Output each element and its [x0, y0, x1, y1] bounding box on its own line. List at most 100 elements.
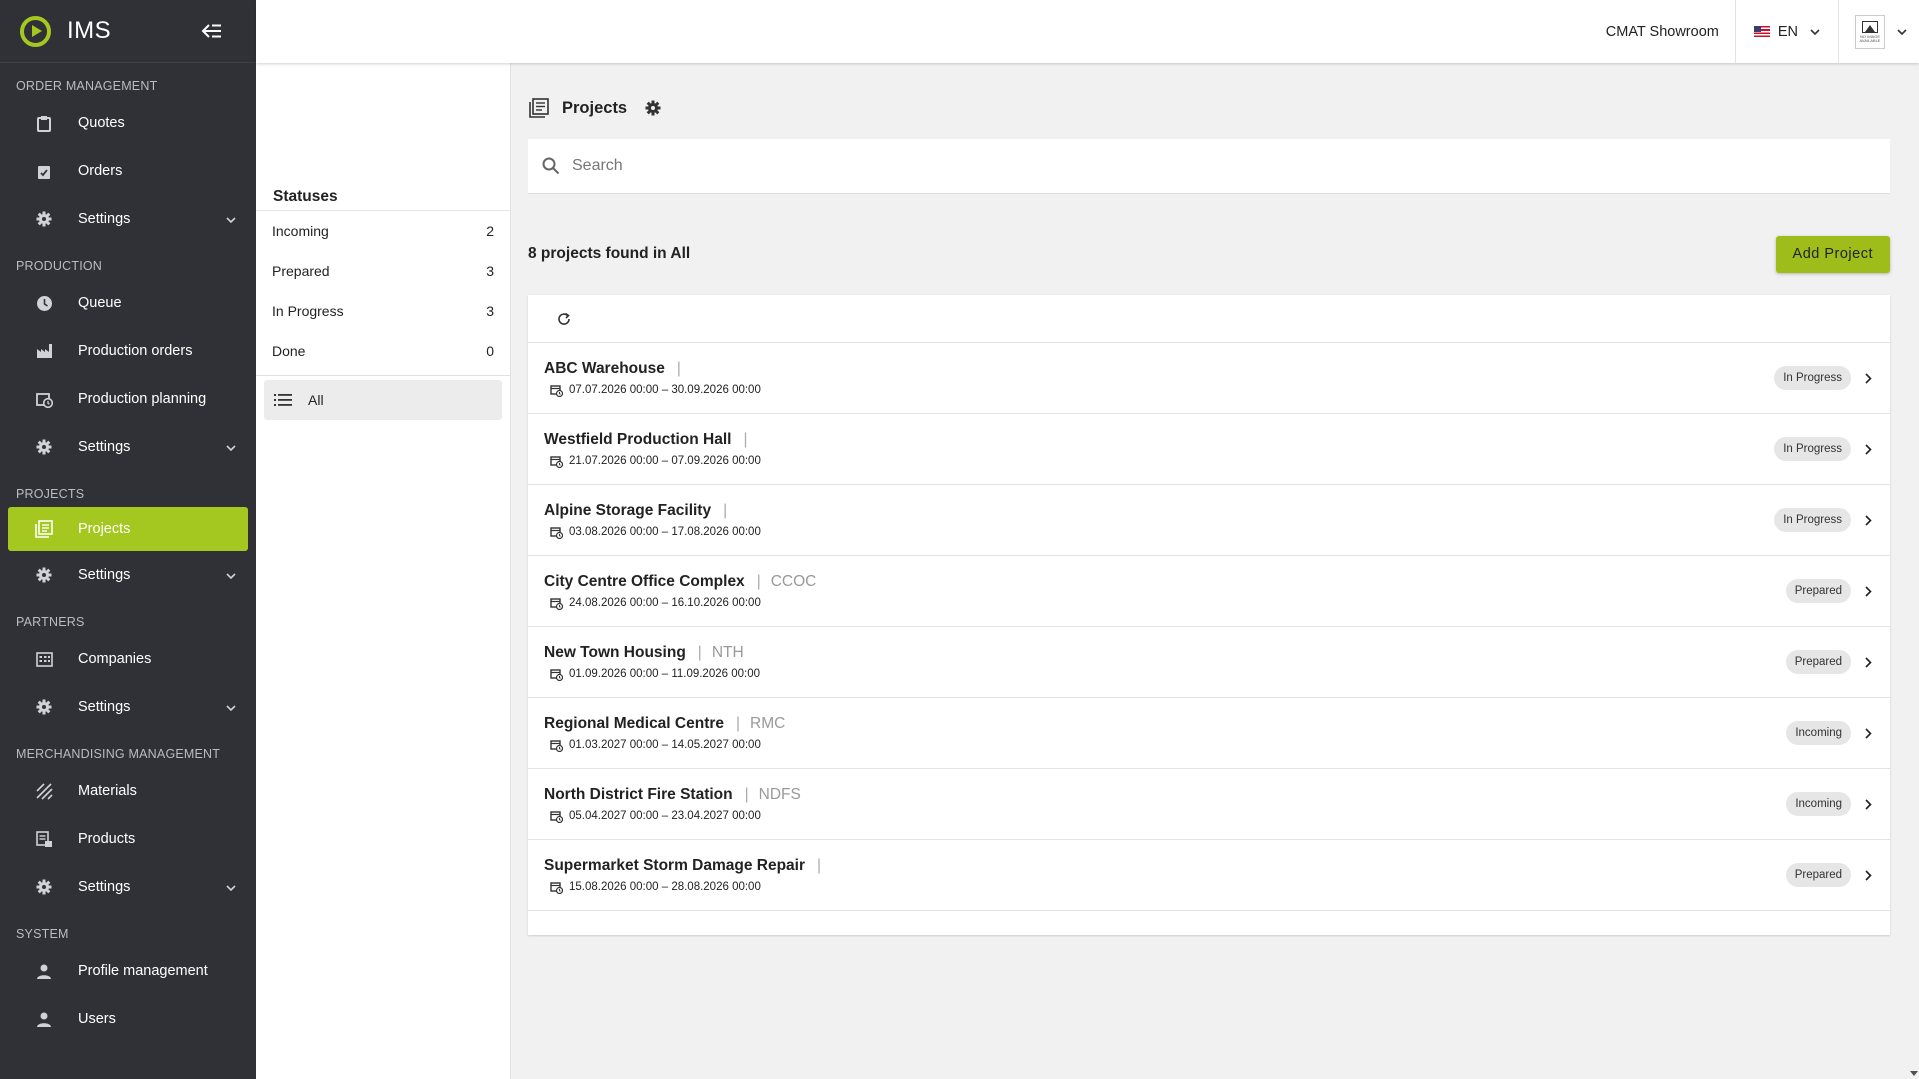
sidebar-item-label: Production orders: [78, 343, 193, 359]
list-icon: [274, 393, 292, 407]
project-row[interactable]: Supermarket Storm Damage Repair | 15.08.20…: [528, 840, 1890, 911]
sidebar-item-label: Production planning: [78, 391, 207, 407]
project-row[interactable]: North District Fire Station | NDFS 05.04.20…: [528, 769, 1890, 840]
sidebar-item-label: Queue: [78, 295, 122, 311]
sidebar-item-products[interactable]: Products: [8, 815, 248, 863]
project-name: Alpine Storage Facility: [544, 501, 712, 519]
status-badge: Prepared: [1785, 863, 1851, 887]
sidebar-item-users[interactable]: Users: [8, 995, 248, 1043]
page-header: Projects: [528, 97, 661, 119]
project-date-range: 21.07.2026 00:00 – 07.09.2026 00:00: [569, 455, 761, 467]
project-info: Alpine Storage Facility | 03.08.2026 00:00…: [544, 502, 1774, 539]
results-count: 8 projects found in All: [528, 245, 691, 262]
refresh-icon[interactable]: [556, 311, 572, 327]
calendar-range-icon: [550, 455, 563, 468]
status-filter-done[interactable]: Done 0: [256, 331, 510, 371]
calendar-range-icon: [550, 668, 563, 681]
sidebar-item-materials[interactable]: Materials: [8, 767, 248, 815]
project-dates: 15.08.2026 00:00 – 28.08.2026 00:00: [544, 881, 1786, 894]
calendar-range-icon: [550, 881, 563, 894]
sidebar-item-label: Companies: [78, 651, 152, 667]
status-filter-incoming[interactable]: Incoming 2: [256, 211, 510, 251]
sidebar-item-label: Materials: [78, 783, 137, 799]
us-flag-icon: [1753, 26, 1770, 37]
language-label: EN: [1777, 23, 1798, 40]
project-row[interactable]: City Centre Office Complex | CCOC 24.08.202…: [528, 556, 1890, 627]
sidebar-item-label: Settings: [78, 211, 131, 227]
project-name: City Centre Office Complex: [544, 572, 745, 590]
sidebar-item-settings[interactable]: Settings: [8, 423, 248, 471]
project-dates: 03.08.2026 00:00 – 17.08.2026 00:00: [544, 526, 1774, 539]
project-title-line: Westfield Production Hall |: [544, 431, 1774, 449]
sidebar-item-label: Projects: [78, 521, 131, 537]
sidebar-item-orders[interactable]: Orders: [8, 147, 248, 195]
status-label: Done: [272, 343, 306, 359]
language-selector[interactable]: EN: [1736, 24, 1838, 40]
chevron-down-icon: [226, 879, 236, 895]
status-list: Incoming 2 Prepared 3 In Progress 3 Done 0 All: [256, 210, 510, 424]
sidebar-item-projects[interactable]: Projects: [8, 507, 248, 551]
sidebar-item-profile-management[interactable]: Profile management: [8, 947, 248, 995]
collapse-sidebar-button[interactable]: [198, 17, 226, 45]
sidebar-section-title: PRODUCTION: [16, 259, 103, 273]
page-settings-button[interactable]: [645, 100, 661, 116]
project-row[interactable]: ABC Warehouse | 07.07.2026 00:00 – 30.09.2…: [528, 343, 1890, 414]
project-title-line: City Centre Office Complex | CCOC: [544, 573, 1786, 591]
separator: |: [723, 501, 728, 519]
sidebar-item-settings[interactable]: Settings: [8, 551, 248, 599]
sidebar-nav: ORDER MANAGEMENT Quotes Orders Settings PROD…: [0, 63, 256, 1043]
clock-icon: [34, 293, 54, 313]
project-list: ABC Warehouse | 07.07.2026 00:00 – 30.09.2…: [528, 295, 1890, 935]
chevron-right-icon: [1865, 798, 1872, 810]
sidebar-item-quotes[interactable]: Quotes: [8, 99, 248, 147]
clipboard-icon: [34, 113, 54, 133]
project-dates: 01.09.2026 00:00 – 11.09.2026 00:00: [544, 668, 1786, 681]
project-date-range: 01.09.2026 00:00 – 11.09.2026 00:00: [569, 668, 760, 680]
project-title-line: ABC Warehouse |: [544, 360, 1774, 378]
gear-icon: [645, 100, 661, 116]
status-panel: Statuses Incoming 2 Prepared 3 In Progress 3 D…: [256, 63, 511, 1079]
search-input[interactable]: [572, 157, 1772, 175]
sidebar-item-settings[interactable]: Settings: [8, 683, 248, 731]
gear-icon: [34, 877, 54, 897]
page-scrollbar[interactable]: [1908, 0, 1919, 1079]
status-filter-prepared[interactable]: Prepared 3: [256, 251, 510, 291]
sidebar-section-title: ORDER MANAGEMENT: [16, 79, 158, 93]
calendar-range-icon: [550, 597, 563, 610]
sidebar-item-production-planning[interactable]: Production planning: [8, 375, 248, 423]
sidebar-item-production-orders[interactable]: Production orders: [8, 327, 248, 375]
project-code: RMC: [750, 714, 786, 732]
company-name: CMAT Showroom: [1605, 23, 1719, 40]
gear-icon: [34, 697, 54, 717]
status-label: Prepared: [272, 263, 330, 279]
add-project-button[interactable]: Add Project: [1775, 235, 1890, 273]
project-row[interactable]: New Town Housing | NTH 01.09.2026 00:00 – 1…: [528, 627, 1890, 698]
status-badge: In Progress: [1774, 437, 1851, 461]
project-title-line: North District Fire Station | NDFS: [544, 786, 1786, 804]
calendar-clock-icon: [34, 389, 54, 409]
project-name: New Town Housing: [544, 643, 686, 661]
project-info: Supermarket Storm Damage Repair | 15.08.20…: [544, 857, 1786, 894]
sidebar-item-companies[interactable]: Companies: [8, 635, 248, 683]
chevron-down-icon: [226, 439, 236, 455]
sidebar-item-settings[interactable]: Settings: [8, 195, 248, 243]
project-title-line: Regional Medical Centre | RMC: [544, 715, 1786, 733]
user-menu[interactable]: NO IMAGE AVAILABLE: [1839, 14, 1919, 49]
project-row[interactable]: Regional Medical Centre | RMC 01.03.2027 00…: [528, 698, 1890, 769]
scroll-down-arrow-icon[interactable]: [1910, 1071, 1918, 1076]
separator: |: [744, 785, 749, 803]
project-row[interactable]: Alpine Storage Facility | 03.08.2026 00:00…: [528, 485, 1890, 556]
projects-icon: [529, 98, 549, 118]
sidebar-item-label: Products: [78, 831, 136, 847]
status-badge: Prepared: [1785, 579, 1851, 603]
separator: |: [817, 856, 822, 874]
sidebar-item-queue[interactable]: Queue: [8, 279, 248, 327]
status-filter-all[interactable]: All: [264, 380, 502, 420]
status-filter-in-progress[interactable]: In Progress 3: [256, 291, 510, 331]
project-row[interactable]: Westfield Production Hall | 21.07.2026 00:…: [528, 414, 1890, 485]
project-date-range: 03.08.2026 00:00 – 17.08.2026 00:00: [569, 526, 761, 538]
factory-icon: [34, 341, 54, 361]
sidebar-item-settings[interactable]: Settings: [8, 863, 248, 911]
menu-collapse-icon: [201, 24, 221, 38]
status-count: 2: [486, 223, 494, 239]
